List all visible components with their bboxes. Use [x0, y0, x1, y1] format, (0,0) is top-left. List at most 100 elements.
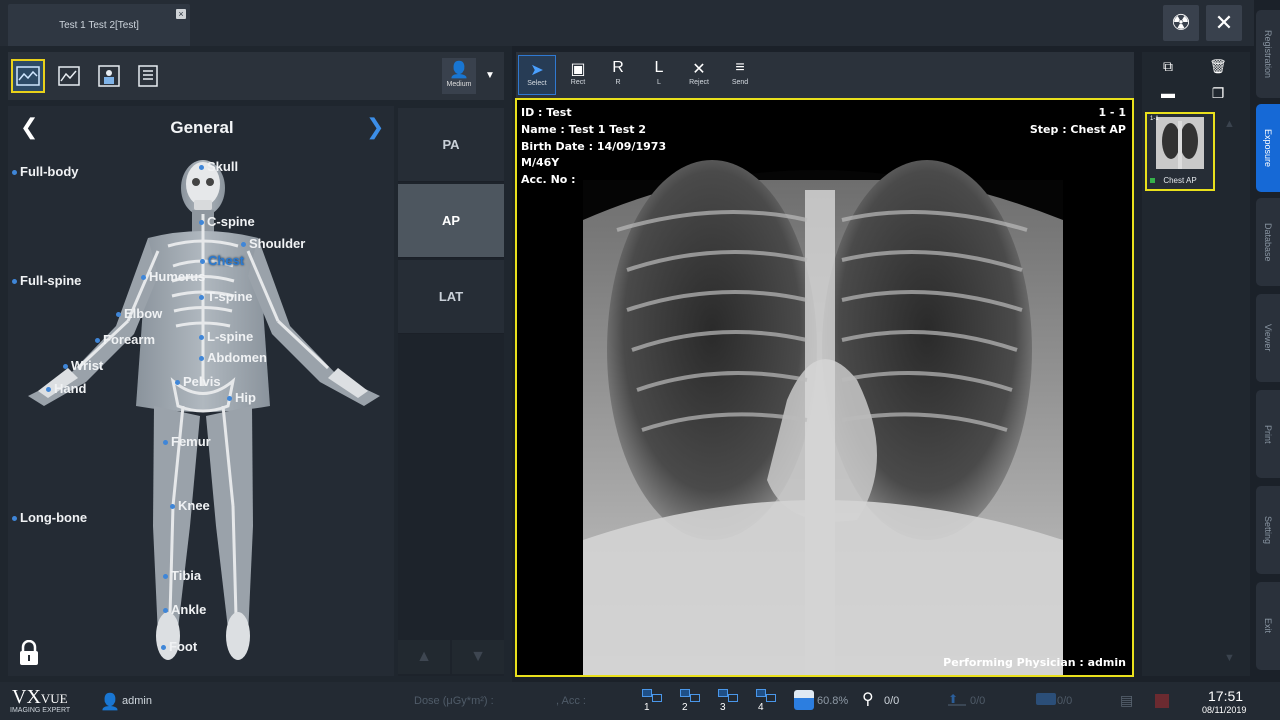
body-part-hand[interactable]: Hand: [46, 381, 87, 396]
overlay-physician: Performing Physician : admin: [943, 656, 1126, 669]
storage-icon: [794, 690, 814, 710]
folder-icon[interactable]: ▬: [1154, 85, 1182, 107]
nav-tab-database[interactable]: Database: [1256, 198, 1280, 286]
body-part-l-spine[interactable]: L-spine: [199, 329, 253, 344]
log-icon[interactable]: ▤: [1120, 692, 1133, 709]
tab-title: Test 1 Test 2[Test]: [59, 20, 139, 31]
user-name: admin: [122, 695, 152, 707]
logo-tagline: IMAGING EXPERT: [10, 707, 71, 714]
trash-icon[interactable]: 🗑: [1204, 58, 1232, 80]
alarm-icon[interactable]: [1155, 694, 1169, 708]
left-marker-button[interactable]: LL: [640, 55, 678, 95]
view-ap[interactable]: AP: [398, 184, 504, 258]
send-button[interactable]: ≡ Send: [721, 55, 759, 95]
body-part-ankle[interactable]: Ankle: [163, 602, 206, 617]
group-long-bone[interactable]: Long-bone: [12, 510, 87, 525]
nav-tab-exit[interactable]: Exit: [1256, 582, 1280, 670]
body-part-femur[interactable]: Femur: [163, 434, 211, 449]
acc-label: , Acc :: [556, 695, 586, 707]
body-size-button[interactable]: 👤 Medium: [442, 58, 476, 94]
detector-3-icon[interactable]: 3: [718, 689, 742, 715]
print-queue-icon: [1036, 693, 1056, 705]
right-nav: Registration Exposure Database Viewer Pr…: [1254, 0, 1280, 690]
print-count: 0/0: [1057, 695, 1073, 707]
right-marker-icon: R: [612, 59, 624, 76]
chest-xray-image: [517, 100, 1132, 675]
view-scroll-up-icon[interactable]: ▲: [398, 640, 450, 674]
overlay-step: Step : Chest AP: [1029, 123, 1126, 136]
nav-tab-viewer[interactable]: Viewer: [1256, 294, 1280, 382]
overlay-name: Name : Test 1 Test 2: [521, 123, 647, 136]
fullscreen-icon[interactable]: ✕: [1206, 5, 1242, 41]
nav-tab-print[interactable]: Print: [1256, 390, 1280, 478]
thumbnail-label: Chest AP: [1163, 176, 1197, 185]
thumb-scroll-up-icon[interactable]: ▲: [1224, 118, 1235, 130]
body-part-humerus[interactable]: Humerus: [141, 269, 205, 284]
body-part-forearm[interactable]: Forearm: [95, 332, 155, 347]
body-size-dropdown[interactable]: ▼: [478, 58, 502, 94]
category-title: General: [170, 118, 234, 137]
body-part-knee[interactable]: Knee: [170, 498, 210, 513]
thumbnail-chest-ap[interactable]: 1-1 Chest AP: [1145, 112, 1215, 191]
usb-count: 0/0: [884, 695, 900, 707]
nav-tab-setting[interactable]: Setting: [1256, 486, 1280, 574]
upload-icon: ⬆: [948, 690, 966, 706]
body-part-abdomen[interactable]: Abdomen: [199, 350, 267, 365]
body-part-pelvis[interactable]: Pelvis: [175, 374, 221, 389]
dose-label: Dose (μGy*m²) :: [414, 695, 494, 707]
thumbnail-index: 1-1: [1150, 116, 1159, 122]
anatomy-view-button[interactable]: [11, 59, 45, 93]
view-scroll-down-icon[interactable]: ▼: [452, 640, 504, 674]
body-part-hip[interactable]: Hip: [227, 390, 256, 405]
lock-icon[interactable]: [18, 640, 40, 666]
thumbnail-image: [1156, 117, 1204, 169]
storage-percent: 60.8%: [817, 695, 849, 707]
overlay-accession: Acc. No :: [521, 173, 576, 186]
tab-close-icon[interactable]: ×: [176, 9, 186, 19]
body-part-chest[interactable]: Chest: [200, 253, 244, 268]
radiation-icon[interactable]: ☢: [1163, 5, 1199, 41]
group-full-spine[interactable]: Full-spine: [12, 273, 81, 288]
patient-protocol-button[interactable]: [92, 59, 126, 93]
reject-icon: ✕: [692, 61, 706, 78]
body-part-t-spine[interactable]: T-spine: [199, 289, 253, 304]
overlay-birth-date: Birth Date : 14/09/1973: [521, 140, 667, 153]
left-marker-icon: L: [654, 59, 664, 76]
group-full-body[interactable]: Full-body: [12, 164, 79, 179]
body-part-shoulder[interactable]: Shoulder: [241, 236, 305, 251]
copy-icon[interactable]: ⧉: [1154, 58, 1182, 80]
body-part-foot[interactable]: Foot: [161, 639, 197, 654]
body-part-tibia[interactable]: Tibia: [163, 568, 201, 583]
select-tool-button[interactable]: ➤ Select: [518, 55, 556, 95]
nav-tab-registration[interactable]: Registration: [1256, 10, 1280, 98]
view-pa[interactable]: PA: [398, 108, 504, 182]
overlay-id: ID : Test: [521, 106, 572, 119]
view-lat[interactable]: LAT: [398, 260, 504, 334]
next-category-icon[interactable]: ❯: [366, 114, 384, 140]
right-marker-button[interactable]: RR: [599, 55, 637, 95]
body-part-elbow[interactable]: Elbow: [116, 306, 162, 321]
usb-icon: ⚲: [862, 691, 874, 708]
detector-2-icon[interactable]: 2: [680, 689, 704, 715]
stack-icon[interactable]: ❐: [1204, 85, 1232, 107]
rect-icon: ▣: [570, 61, 586, 78]
overlay-image-count: 1 - 1: [1098, 106, 1126, 119]
body-part-c-spine[interactable]: C-spine: [199, 214, 255, 229]
detector-4-icon[interactable]: 4: [756, 689, 780, 715]
clock-date: 08/11/2019: [1202, 705, 1247, 715]
xray-viewer[interactable]: ID : Test Name : Test 1 Test 2 Birth Dat…: [515, 98, 1134, 677]
user-icon: 👤: [100, 694, 120, 711]
thumb-scroll-down-icon[interactable]: ▼: [1224, 652, 1235, 664]
prev-category-icon[interactable]: ❮: [20, 114, 38, 140]
patient-tab[interactable]: Test 1 Test 2[Test] ×: [8, 4, 190, 46]
rect-tool-button[interactable]: ▣ Rect: [559, 55, 597, 95]
body-part-wrist[interactable]: Wrist: [63, 358, 103, 373]
list-view-button[interactable]: [131, 59, 165, 93]
detector-1-icon[interactable]: 1: [642, 689, 666, 715]
reject-button[interactable]: ✕ Reject: [680, 55, 718, 95]
nav-tab-exposure[interactable]: Exposure: [1256, 104, 1280, 192]
view-list: PA AP LAT: [398, 108, 504, 676]
region-view-button[interactable]: [52, 59, 86, 93]
upload-count: 0/0: [970, 695, 986, 707]
body-part-skull[interactable]: Skull: [199, 159, 238, 174]
